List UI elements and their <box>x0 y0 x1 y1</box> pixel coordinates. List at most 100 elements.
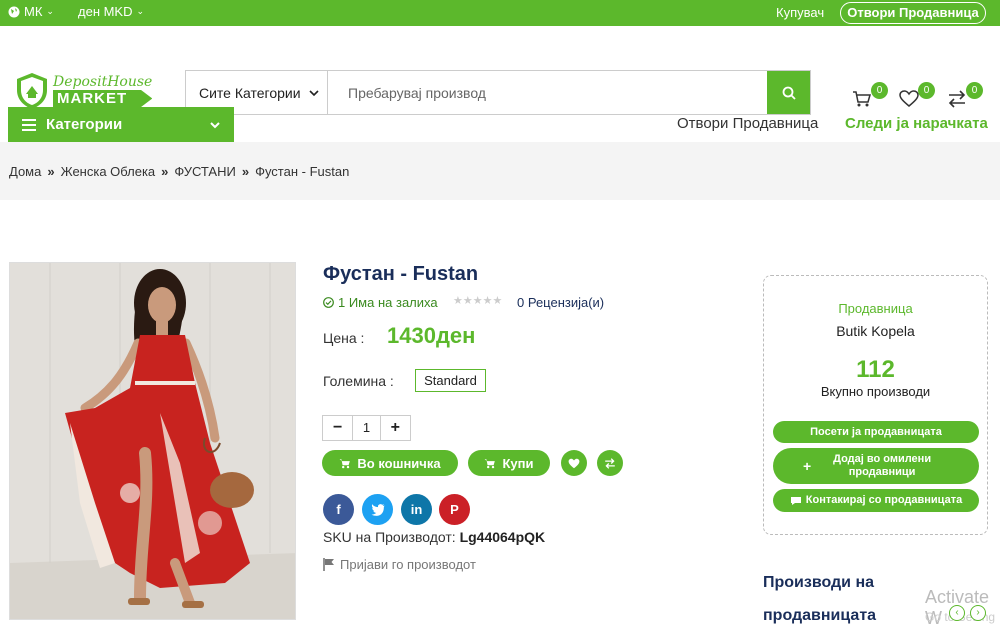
menu-icon <box>22 118 36 131</box>
compare-arrows-icon <box>605 457 615 469</box>
compare-product-button[interactable] <box>597 450 623 476</box>
vendor-products-count: 112 <box>856 356 895 383</box>
pinterest-share-button[interactable]: P <box>439 494 470 525</box>
breadcrumb-separator-icon: » <box>47 163 55 179</box>
size-label: Големина : <box>323 373 394 389</box>
flag-icon <box>323 558 334 571</box>
breadcrumb-item[interactable]: ФУСТАНИ <box>174 164 235 179</box>
twitter-share-button[interactable] <box>362 494 393 525</box>
chevron-down-icon <box>309 89 319 96</box>
wishlist-button[interactable]: 0 <box>899 82 935 108</box>
breadcrumb-separator-icon: » <box>161 163 169 179</box>
product-photo-illustration <box>10 263 295 619</box>
breadcrumb-item[interactable]: Дома <box>9 164 41 179</box>
search-category-label: Сите Категории <box>199 84 301 101</box>
stock-text: 1 Има на залиха <box>338 295 438 310</box>
nav-track-order-link[interactable]: Следи ја нарачката <box>845 115 988 132</box>
linkedin-share-button[interactable]: in <box>401 494 432 525</box>
heart-icon <box>568 458 580 468</box>
carousel-prev-button[interactable]: ‹ <box>949 605 965 621</box>
search-icon <box>782 86 796 100</box>
visit-store-button[interactable]: Посети ја продавницата <box>773 421 979 443</box>
facebook-icon: f <box>336 502 341 517</box>
shield-logo-icon <box>17 73 47 109</box>
cart-icon <box>853 91 871 107</box>
quantity-increase-button[interactable]: + <box>381 416 410 440</box>
quantity-stepper: − 1 + <box>322 415 411 441</box>
report-product-label: Пријави го производот <box>340 557 476 572</box>
add-to-cart-label: Во кошничка <box>357 455 441 471</box>
rating-stars-icon: ★★★★★ <box>453 295 503 307</box>
logo-text-bottom: MARKET <box>53 89 153 108</box>
twitter-icon <box>371 503 384 516</box>
compare-arrows-icon <box>948 90 966 108</box>
stock-status: 1 Има на залиха <box>323 295 438 310</box>
add-to-wishlist-button[interactable] <box>561 450 587 476</box>
heart-icon <box>899 90 919 107</box>
chevron-right-icon: › <box>976 607 980 618</box>
currency-selector[interactable]: ден MKD ⌄ <box>78 4 144 19</box>
quantity-decrease-button[interactable]: − <box>323 416 352 440</box>
contact-store-label: Контакирај со продавницата <box>805 494 963 506</box>
product-image[interactable] <box>9 262 296 620</box>
globe-icon <box>8 6 20 17</box>
cart-button[interactable]: 0 <box>852 82 888 108</box>
quantity-input[interactable]: 1 <box>352 416 381 440</box>
carousel-next-button[interactable]: › <box>970 605 986 621</box>
facebook-share-button[interactable]: f <box>323 494 354 525</box>
vendor-label: Продавница <box>838 301 913 316</box>
logo-text-top: DepositHouse <box>53 73 153 90</box>
reviews-link[interactable]: 0 Рецензија(и) <box>517 295 604 310</box>
open-store-button[interactable]: Отвори Продавница <box>840 2 986 24</box>
sku-value: Lg44064pQK <box>459 529 546 545</box>
language-label: МК <box>24 4 43 19</box>
site-logo[interactable]: DepositHouse MARKET <box>15 72 153 110</box>
compare-button[interactable]: 0 <box>947 82 983 108</box>
visit-store-label: Посети ја продавницата <box>810 425 942 438</box>
currency-label: ден MKD <box>78 4 133 19</box>
buyer-link[interactable]: Купувач <box>776 5 824 20</box>
product-title: Фустан - Fustan <box>323 263 479 285</box>
buy-now-button[interactable]: Купи <box>468 450 550 476</box>
categories-label: Категории <box>46 116 123 133</box>
sku-label: SKU на Производот: <box>323 529 456 545</box>
vendor-name[interactable]: Butik Kopela <box>764 323 987 339</box>
add-favorite-store-label: Додај во омилени продавници <box>833 453 932 478</box>
breadcrumb-current: Фустан - Fustan <box>255 163 350 179</box>
cart-icon <box>485 458 496 468</box>
breadcrumb-separator-icon: » <box>241 163 250 179</box>
linkedin-icon: in <box>410 502 423 517</box>
header: DepositHouse MARKET Сите Категории 0 0 0 <box>0 26 1000 115</box>
language-selector[interactable]: МК ⌄ <box>8 4 54 19</box>
vendor-products-label: Вкупно производи <box>820 384 931 399</box>
main-nav: Категории Отвори Продавница Следи ја нар… <box>0 107 1000 142</box>
pinterest-icon: P <box>450 502 459 517</box>
buy-now-label: Купи <box>502 455 534 471</box>
compare-count-badge: 0 <box>966 82 983 99</box>
vendor-card: Продавница Butik Kopela 112 Вкупно произ… <box>763 275 988 535</box>
product-price: 1430ден <box>387 323 476 348</box>
chevron-down-icon: ⌄ <box>46 6 54 16</box>
top-bar: МК ⌄ ден MKD ⌄ Купувач Отвори Продавница <box>0 0 1000 26</box>
price-label: Цена : <box>323 330 365 346</box>
size-option[interactable]: Standard <box>415 369 486 392</box>
vendor-products-heading: Производи на продавницата <box>763 574 877 624</box>
categories-menu-button[interactable]: Категории <box>8 107 234 142</box>
add-favorite-store-button[interactable]: + Додај во омилени продавници <box>773 448 979 484</box>
report-product-link[interactable]: Пријави го производот <box>323 557 476 572</box>
cart-icon <box>340 458 351 468</box>
breadcrumb: Дома » Женска Облека » ФУСТАНИ » Фустан … <box>0 142 1000 200</box>
nav-open-store-link[interactable]: Отвори Продавница <box>677 115 818 132</box>
plus-icon: + <box>803 457 812 474</box>
check-circle-icon <box>323 297 334 308</box>
contact-store-button[interactable]: Контакирај со продавницата <box>773 489 979 512</box>
chevron-left-icon: ‹ <box>955 607 959 618</box>
chat-icon <box>790 496 801 505</box>
product-sku: SKU на Производот: Lg44064pQK <box>323 529 545 545</box>
add-to-cart-button[interactable]: Во кошничка <box>322 450 458 476</box>
breadcrumb-item[interactable]: Женска Облека <box>61 164 156 179</box>
cart-count-badge: 0 <box>871 82 888 99</box>
chevron-down-icon <box>210 121 220 128</box>
chevron-down-icon: ⌄ <box>136 6 145 16</box>
wishlist-count-badge: 0 <box>918 82 935 99</box>
